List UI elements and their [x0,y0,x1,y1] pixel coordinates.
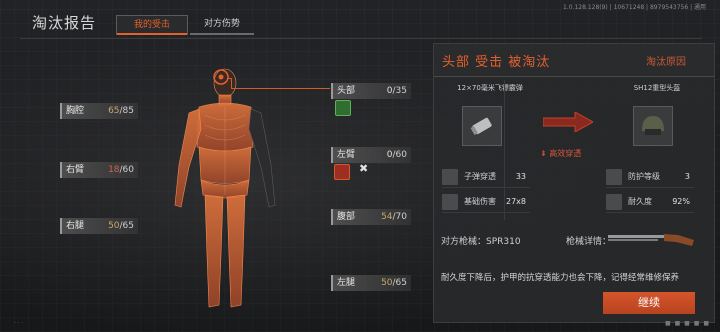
part-name: 右臂 [66,165,85,175]
body-part-thorax: 胸腔 65/85 [60,103,138,119]
part-name: 左臂 [337,150,356,160]
cross-icon: ✖ [359,162,369,175]
stat-value: 3 [684,172,690,181]
part-current: 54 [381,212,393,222]
durability-tip: 耐久度下降后，护甲的抗穿透能力也会下降，记得经常维修保养 [441,273,680,283]
ammo-stat-penetration: 子弹穿透 33 [442,167,530,188]
armor-icon [606,169,622,185]
part-current: 18 [108,165,120,175]
ammo-icon [470,117,492,135]
weapon-label: 对方枪械： [441,237,487,247]
head-connector-line-3 [231,78,232,89]
head-connector-line-2 [232,88,330,89]
part-current: 50 [381,278,393,288]
stat-value: 33 [515,172,526,181]
weapon-detail-label: 枪械详情： [566,237,612,247]
part-max: /70 [392,212,407,222]
arrow-icon [543,112,593,132]
weapon-name: SPR310 [486,237,521,247]
head-hit-marker-icon [213,69,229,85]
part-max: /60 [392,150,407,160]
part-max: /85 [119,106,134,116]
header-divider [20,38,702,39]
body-part-right-leg: 右腿 50/65 [60,218,138,234]
part-name: 右腿 [66,221,85,231]
stat-value: 27x8 [505,197,526,206]
bottom-status-text: ■ ■ ■ ■ ■ [665,320,710,327]
penetration-effect-text: 高效穿透 [549,149,582,158]
part-name: 腹部 [337,212,356,222]
part-current: 50 [108,221,120,231]
stat-value: 92% [672,197,690,206]
part-max: /35 [392,86,407,96]
panel-header: 头部 受击 被淘汰 淘汰原因 [434,44,714,77]
body-part-head: 头部 0/35 [331,83,411,99]
part-name: 左腿 [337,278,356,288]
body-part-stomach: 腹部 54/70 [331,209,411,225]
part-current: 65 [108,106,120,116]
damage-icon [442,194,458,210]
penetration-icon [442,169,458,185]
ammo-item[interactable] [462,106,502,146]
stat-label: 防护等级 [628,172,660,181]
helmet-item[interactable] [633,106,673,146]
bleeding-icon [334,164,350,180]
armor-stat-durability: 耐久度 92% [606,192,694,213]
stat-label: 耐久度 [628,197,652,206]
ammo-name: 12×70毫米飞镖霰弹 [457,84,523,92]
tab-enemy-injury[interactable]: 对方伤势 [190,15,254,35]
ammo-stat-damage: 基础伤害 27x8 [442,192,530,213]
penetration-effect: ⇟ 高效穿透 [540,149,582,158]
helmet-icon [642,116,664,135]
shotgun-icon[interactable] [608,230,694,248]
armor-stat-class: 防护等级 3 [606,167,694,188]
kill-reason-label: 淘汰原因 [646,57,686,68]
stat-label: 基础伤害 [464,197,496,206]
durability-icon [606,194,622,210]
bottom-left-text: · · · [14,320,24,327]
body-part-left-leg: 左腿 50/65 [331,275,411,291]
version-text: 1.0.128.128(9) | 10671248 | 8979543756 |… [563,4,706,11]
kill-title: 头部 受击 被淘汰 [442,55,551,70]
armor-name: SH12重型头盔 [633,84,681,92]
part-max: /60 [119,165,134,175]
body-part-left-arm: 左臂 0/60 [331,147,411,163]
part-name: 胸腔 [66,106,85,116]
hearing-icon [335,100,351,116]
tab-my-hits[interactable]: 我的受击 [116,15,188,35]
page-title: 淘汰报告 [32,14,97,32]
enemy-weapon: 对方枪械：SPR310 [441,234,521,247]
body-figure [174,68,276,308]
part-max: /65 [119,221,134,231]
stat-label: 子弹穿透 [464,172,496,181]
part-name: 头部 [337,86,356,96]
continue-button[interactable]: 继续 [603,292,695,314]
body-part-right-arm: 右臂 18/60 [60,162,138,178]
part-max: /65 [392,278,407,288]
